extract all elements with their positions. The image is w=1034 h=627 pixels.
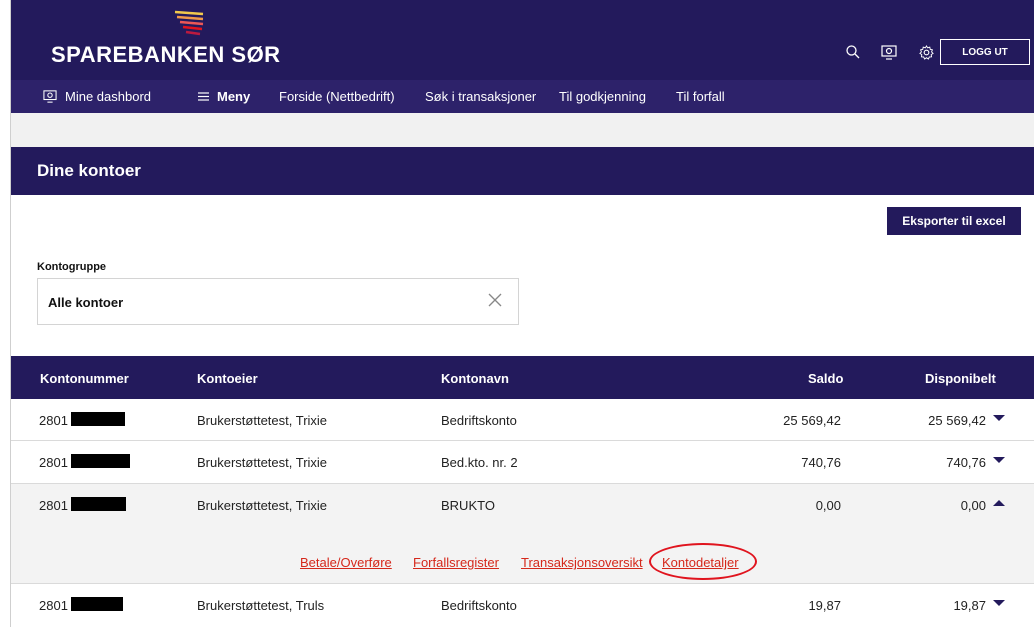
logo-mark-icon bbox=[174, 10, 204, 36]
close-icon[interactable] bbox=[486, 291, 504, 309]
table-row[interactable]: 2801 Brukerstøttetest, Truls Bedriftskon… bbox=[11, 584, 1034, 627]
nav-label: Til forfall bbox=[676, 89, 725, 104]
search-icon[interactable] bbox=[842, 41, 864, 63]
dashboard-icon[interactable] bbox=[878, 41, 900, 63]
nav-item-dashboards[interactable]: Mine dashbord bbox=[43, 80, 151, 113]
link-transaction-overview[interactable]: Transaksjonsoversikt bbox=[521, 555, 643, 570]
dashboard-icon bbox=[43, 90, 57, 103]
nav-label: Forside (Nettbedrift) bbox=[279, 89, 395, 104]
account-group-value: Alle kontoer bbox=[48, 295, 124, 310]
nav-item-home[interactable]: Forside (Nettbedrift) bbox=[279, 80, 395, 113]
account-balance: 25 569,42 bbox=[783, 413, 841, 428]
brand-logo[interactable]: SPAREBANKEN SØR bbox=[51, 42, 281, 68]
nav-item-menu[interactable]: Meny bbox=[198, 80, 250, 113]
account-balance: 19,87 bbox=[808, 598, 841, 613]
redacted-block bbox=[71, 412, 125, 426]
export-excel-button[interactable]: Eksporter til excel bbox=[887, 207, 1021, 235]
col-available[interactable]: Disponibelt bbox=[925, 371, 996, 386]
account-group-label: Kontogruppe bbox=[37, 261, 107, 273]
account-name: Bedriftskonto bbox=[441, 598, 517, 613]
gear-icon[interactable] bbox=[915, 41, 937, 63]
highlight-annotation bbox=[649, 543, 757, 580]
account-number: 2801 bbox=[39, 455, 68, 470]
account-owner: Brukerstøttetest, Trixie bbox=[197, 455, 328, 470]
link-due-register[interactable]: Forfallsregister bbox=[413, 555, 499, 570]
account-available: 19,87 bbox=[953, 598, 986, 613]
account-number: 2801 bbox=[39, 498, 68, 513]
col-account-owner[interactable]: Kontoeier bbox=[197, 371, 258, 386]
nav-item-due[interactable]: Til forfall bbox=[676, 80, 725, 113]
account-available: 0,00 bbox=[960, 498, 986, 513]
redacted-block bbox=[71, 597, 123, 611]
nav-item-approval[interactable]: Til godkjenning bbox=[559, 80, 646, 113]
col-account-name[interactable]: Kontonavn bbox=[441, 371, 509, 386]
account-number: 2801 bbox=[39, 413, 68, 428]
nav-label: Meny bbox=[217, 89, 251, 104]
account-name: Bedriftskonto bbox=[441, 413, 517, 428]
table-header: Kontonummer Kontoeier Kontonavn Saldo Di… bbox=[11, 356, 1034, 399]
account-group-select[interactable]: Alle kontoer bbox=[37, 278, 519, 325]
account-name: Bed.kto. nr. 2 bbox=[441, 455, 518, 470]
nav-item-search-transactions[interactable]: Søk i transaksjoner bbox=[425, 80, 536, 113]
nav-label: Til godkjenning bbox=[559, 89, 646, 104]
account-owner: Brukerstøttetest, Trixie bbox=[197, 498, 328, 513]
account-owner: Brukerstøttetest, Truls bbox=[197, 598, 325, 613]
page-title: Dine kontoer bbox=[11, 147, 1034, 195]
main-nav: Mine dashbord Meny Forside (Nettbedrift)… bbox=[11, 80, 1034, 113]
chevron-down-icon[interactable] bbox=[993, 600, 1005, 606]
redacted-block bbox=[71, 497, 126, 511]
link-pay-transfer[interactable]: Betale/Overføre bbox=[300, 555, 392, 570]
account-name: BRUKTO bbox=[441, 498, 495, 513]
col-balance[interactable]: Saldo bbox=[808, 371, 843, 386]
redacted-block bbox=[71, 454, 130, 468]
table-row[interactable]: 2801 Brukerstøttetest, Trixie Bedriftsko… bbox=[11, 399, 1034, 441]
account-available: 740,76 bbox=[946, 455, 986, 470]
col-account-number[interactable]: Kontonummer bbox=[40, 371, 129, 386]
chevron-down-icon[interactable] bbox=[993, 457, 1005, 463]
account-balance: 0,00 bbox=[815, 498, 841, 513]
account-number: 2801 bbox=[39, 598, 68, 613]
account-balance: 740,76 bbox=[801, 455, 841, 470]
nav-label: Mine dashbord bbox=[65, 89, 151, 104]
chevron-up-icon[interactable] bbox=[993, 500, 1005, 506]
menu-icon bbox=[198, 92, 209, 101]
logout-button[interactable]: LOGG UT bbox=[940, 39, 1030, 65]
app-header: SPAREBANKEN SØR LOGG UT bbox=[11, 0, 1034, 80]
account-owner: Brukerstøttetest, Trixie bbox=[197, 413, 328, 428]
spacer-band bbox=[11, 113, 1034, 147]
table-row[interactable]: 2801 Brukerstøttetest, Trixie Bed.kto. n… bbox=[11, 441, 1034, 484]
nav-label: Søk i transaksjoner bbox=[425, 89, 537, 104]
chevron-down-icon[interactable] bbox=[993, 415, 1005, 421]
account-available: 25 569,42 bbox=[928, 413, 986, 428]
